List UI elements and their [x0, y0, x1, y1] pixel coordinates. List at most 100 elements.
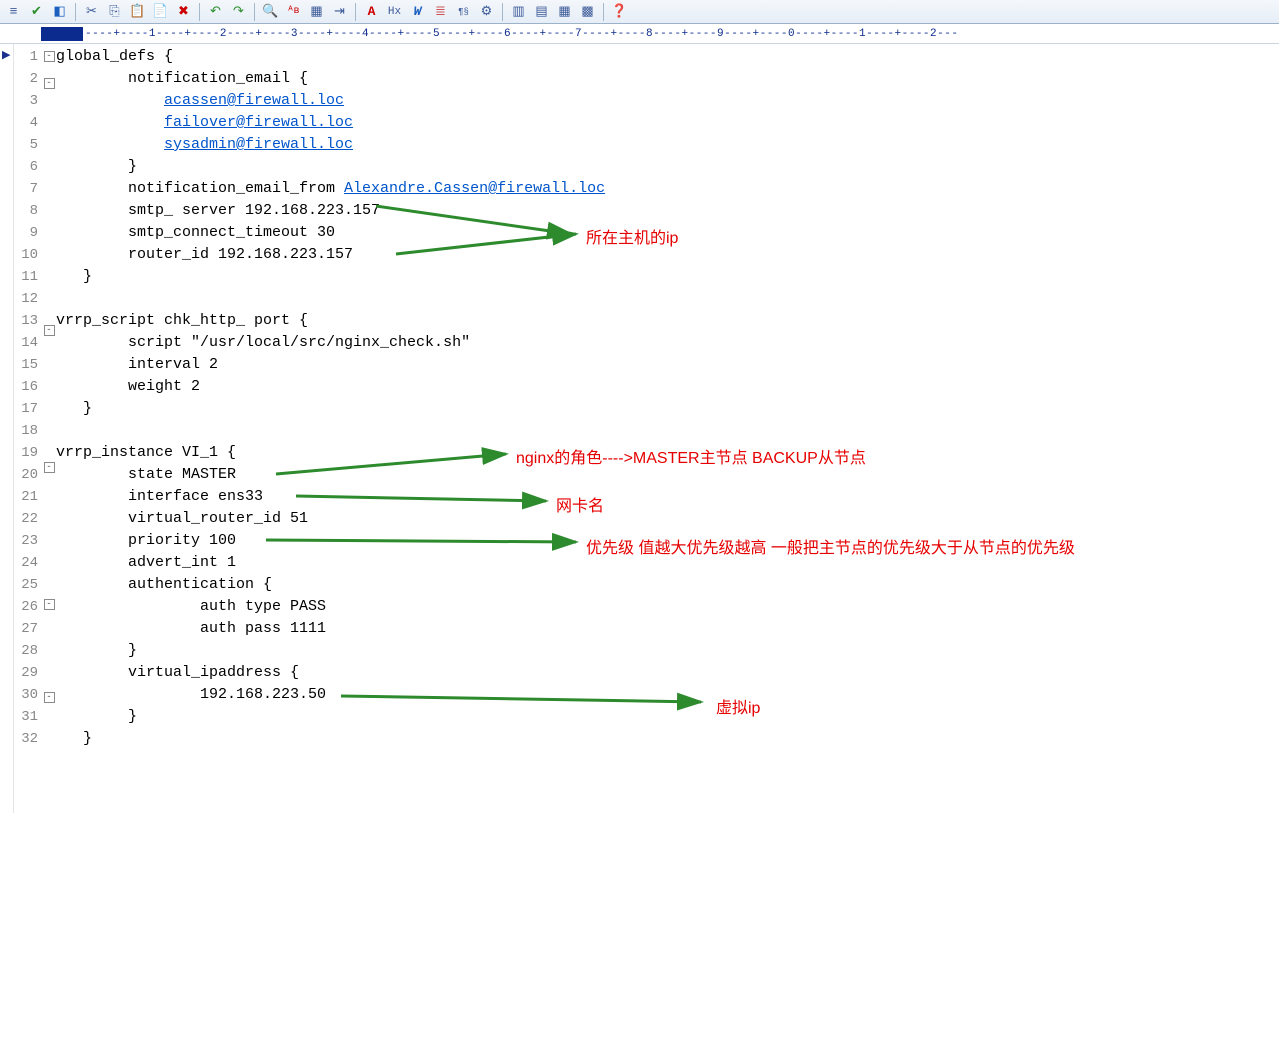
fold-toggle[interactable]: -	[44, 599, 55, 610]
line-number: 15	[14, 354, 42, 376]
line-number-gutter: 1234567891011121314151617181920212223242…	[14, 44, 42, 813]
line-number: 12	[14, 288, 42, 310]
code-line[interactable]: acassen@firewall.loc	[56, 90, 1279, 112]
code-line[interactable]: smtp_ server 192.168.223.157	[56, 200, 1279, 222]
code-line[interactable]: vrrp_script chk_http_ port {	[56, 310, 1279, 332]
line-number: 29	[14, 662, 42, 684]
font-icon[interactable]: A	[362, 2, 381, 21]
code-line[interactable]	[56, 420, 1279, 442]
line-number: 28	[14, 640, 42, 662]
fold-toggle[interactable]: -	[44, 78, 55, 89]
fold-toggle[interactable]: -	[44, 692, 55, 703]
line-number: 32	[14, 728, 42, 750]
highlight-icon[interactable]: ▦	[307, 2, 326, 21]
code-line[interactable]: 192.168.223.50	[56, 684, 1279, 706]
code-line[interactable]: auth pass 1111	[56, 618, 1279, 640]
code-line[interactable]: authentication {	[56, 574, 1279, 596]
code-line[interactable]: script "/usr/local/src/nginx_check.sh"	[56, 332, 1279, 354]
settings-icon[interactable]: ⚙	[477, 2, 496, 21]
code-line[interactable]: }	[56, 706, 1279, 728]
line-number: 6	[14, 156, 42, 178]
indent-icon[interactable]: ⇥	[330, 2, 349, 21]
line-number: 20	[14, 464, 42, 486]
hex-icon[interactable]: Hx	[385, 2, 404, 21]
fold-gutter: - - - - - -	[42, 44, 56, 813]
code-line[interactable]: virtual_ipaddress {	[56, 662, 1279, 684]
find-replace-icon[interactable]: ᴬʙ	[284, 2, 303, 21]
fold-toggle[interactable]: -	[44, 51, 55, 62]
panel2-icon[interactable]: ▤	[532, 2, 551, 21]
line-number: 27	[14, 618, 42, 640]
ruler: ----+----1----+----2----+----3----+----4…	[0, 24, 1279, 44]
line-number: 7	[14, 178, 42, 200]
code-area[interactable]: global_defs { notification_email { acass…	[56, 44, 1279, 813]
line-number: 1	[14, 46, 42, 68]
code-line[interactable]: }	[56, 398, 1279, 420]
wrap-icon[interactable]: W	[408, 2, 427, 21]
code-line[interactable]	[56, 288, 1279, 310]
panel1-icon[interactable]: ▥	[509, 2, 528, 21]
line-number: 23	[14, 530, 42, 552]
panel3-icon[interactable]: ▦	[555, 2, 574, 21]
code-line[interactable]: interval 2	[56, 354, 1279, 376]
annotation-host-ip: 所在主机的ip	[586, 224, 678, 248]
marker-gutter: ▶	[0, 44, 14, 813]
code-line[interactable]: auth type PASS	[56, 596, 1279, 618]
cut-icon[interactable]: ✂	[82, 2, 101, 21]
code-line[interactable]: interface ens33	[56, 486, 1279, 508]
delete-icon[interactable]: ✖	[174, 2, 193, 21]
line-number: 30	[14, 684, 42, 706]
code-line[interactable]: }	[56, 266, 1279, 288]
annotation-nic-name: 网卡名	[556, 492, 604, 516]
symbols-icon[interactable]: ¶§	[454, 2, 473, 21]
line-number: 13	[14, 310, 42, 332]
line-number: 2	[14, 68, 42, 90]
code-line[interactable]: }	[56, 728, 1279, 750]
code-line[interactable]: notification_email {	[56, 68, 1279, 90]
toolbar: ≡ ✔ ◧ ✂ ⎘ 📋 📄 ✖ ↶ ↷ 🔍 ᴬʙ ▦ ⇥ A Hx W ≣ ¶§…	[0, 0, 1279, 24]
line-number: 5	[14, 134, 42, 156]
line-number: 24	[14, 552, 42, 574]
ruler-origin	[41, 27, 83, 41]
code-line[interactable]: virtual_router_id 51	[56, 508, 1279, 530]
fold-toggle[interactable]: -	[44, 325, 55, 336]
fold-toggle[interactable]: -	[44, 462, 55, 473]
annotation-priority: 优先级 值越大优先级越高 一般把主节点的优先级大于从节点的优先级	[586, 534, 1075, 558]
panel4-icon[interactable]: ▩	[578, 2, 597, 21]
check-icon[interactable]: ✔	[27, 2, 46, 21]
redo-icon[interactable]: ↷	[229, 2, 248, 21]
line-number: 4	[14, 112, 42, 134]
email-link[interactable]: Alexandre.Cassen@firewall.loc	[344, 180, 605, 197]
code-line[interactable]: global_defs {	[56, 46, 1279, 68]
ruler-scale: ----+----1----+----2----+----3----+----4…	[85, 28, 958, 40]
code-line[interactable]: }	[56, 640, 1279, 662]
paste-special-icon[interactable]: 📄	[151, 2, 170, 21]
code-line[interactable]: sysadmin@firewall.loc	[56, 134, 1279, 156]
line-number: 11	[14, 266, 42, 288]
code-line[interactable]: failover@firewall.loc	[56, 112, 1279, 134]
line-number: 25	[14, 574, 42, 596]
code-line[interactable]: weight 2	[56, 376, 1279, 398]
editor: ▶ 12345678910111213141516171819202122232…	[0, 44, 1279, 813]
email-link[interactable]: failover@firewall.loc	[164, 114, 353, 131]
line-icon[interactable]: ≣	[431, 2, 450, 21]
paste-icon[interactable]: 📋	[128, 2, 147, 21]
bookmark-marker: ▶	[2, 48, 10, 62]
line-number: 21	[14, 486, 42, 508]
list-icon[interactable]: ≡	[4, 2, 23, 21]
copy-icon[interactable]: ⎘	[105, 2, 124, 21]
code-icon[interactable]: ◧	[50, 2, 69, 21]
help-icon[interactable]: ❓	[610, 2, 629, 21]
email-link[interactable]: sysadmin@firewall.loc	[164, 136, 353, 153]
line-number: 14	[14, 332, 42, 354]
line-number: 19	[14, 442, 42, 464]
email-link[interactable]: acassen@firewall.loc	[164, 92, 344, 109]
undo-icon[interactable]: ↶	[206, 2, 225, 21]
code-line[interactable]: notification_email_from Alexandre.Cassen…	[56, 178, 1279, 200]
line-number: 16	[14, 376, 42, 398]
annotation-nginx-role: nginx的角色---->MASTER主节点 BACKUP从节点	[516, 444, 866, 468]
line-number: 31	[14, 706, 42, 728]
code-line[interactable]: }	[56, 156, 1279, 178]
search-icon[interactable]: 🔍	[261, 2, 280, 21]
line-number: 17	[14, 398, 42, 420]
